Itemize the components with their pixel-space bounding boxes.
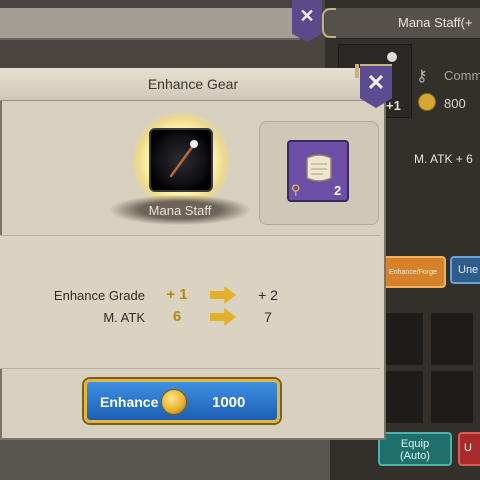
mana-staff-icon — [151, 130, 211, 190]
hook-decoration-icon — [355, 64, 359, 78]
scroll-icon — [306, 154, 332, 182]
red-action-button[interactable]: U — [458, 432, 480, 466]
scroll-count: 2 — [334, 183, 342, 198]
hook-decoration-icon — [322, 8, 336, 38]
inventory-slot[interactable] — [430, 370, 474, 424]
stat-label-matk: M. ATK — [103, 310, 145, 325]
staff-orb-icon — [387, 52, 397, 62]
gear-slot[interactable] — [149, 128, 213, 192]
background-top-bar — [0, 8, 300, 40]
key-icon: ⚷ — [416, 68, 428, 85]
unequip-button[interactable]: Une — [450, 256, 480, 284]
item-price: 800 — [444, 96, 466, 111]
equip-label: Equip — [400, 438, 430, 450]
item-detail-title: Mana Staff(+ — [398, 15, 473, 30]
stat-current-matk: 6 — [172, 308, 182, 325]
item-stat: M. ATK + 6 — [414, 152, 473, 166]
stat-label-enhance-grade: Enhance Grade — [53, 288, 145, 303]
stat-next-enhance-grade: + 2 — [258, 287, 278, 303]
background-bottom-strip — [0, 440, 330, 480]
inventory-slot[interactable] — [380, 370, 424, 424]
item-rarity-label: Comm — [444, 68, 480, 83]
magnifier-icon[interactable]: ⚲ — [291, 182, 301, 198]
enhance-forge-button[interactable]: Enhance/Forge — [380, 256, 446, 288]
equip-sublabel: (Auto) — [400, 450, 430, 462]
equip-auto-button[interactable]: Equip (Auto) — [378, 432, 452, 466]
inventory-grid — [380, 312, 480, 427]
inventory-slot[interactable] — [430, 312, 474, 366]
gold-coin-icon — [161, 389, 187, 415]
stat-next-matk: 7 — [264, 309, 272, 325]
gear-name: Mana Staff — [148, 203, 212, 218]
background-close-icon[interactable]: ✕ — [292, 0, 322, 42]
enhance-button-label: Enhance — [100, 394, 159, 410]
modal-title: Enhance Gear — [147, 76, 239, 92]
gold-coin-icon — [418, 93, 436, 111]
enhance-cost: 1000 — [212, 394, 246, 411]
inventory-slot[interactable] — [380, 312, 424, 366]
stat-current-enhance-grade: + 1 — [166, 286, 188, 303]
